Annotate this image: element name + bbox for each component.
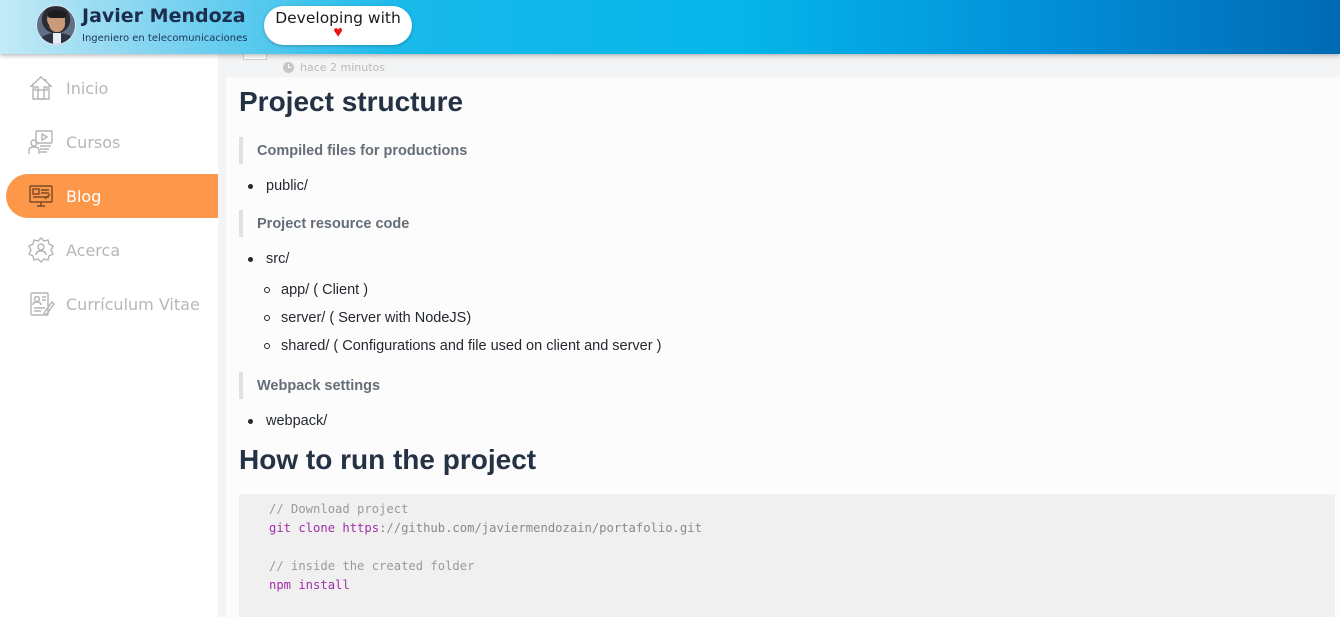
sidebar-item-inicio[interactable]: Inicio [6,66,218,110]
brand-name[interactable]: Javier Mendoza [82,5,246,27]
brand-subtitle: Ingeniero en telecomunicaciones [82,33,248,44]
code-text: ://github.com/javiermendozain/portafolio… [379,521,702,535]
list-item-text: app/ ( Client ) [281,282,369,298]
sidebar-item-cursos[interactable]: Cursos [6,120,218,164]
sidebar-item-label: Acerca [66,240,121,260]
home-icon [24,71,58,105]
bullet [248,183,253,189]
bullet [264,315,270,321]
list-item-text: public/ [266,178,308,194]
list-item: public/ [248,178,308,194]
heading-how-to-run: How to run the project [239,444,537,475]
bullet [248,418,253,424]
clock-icon [283,62,294,73]
divider [243,54,267,60]
sidebar: Inicio Cursos Blog Acerca Currículum Vit… [0,54,218,617]
code-comment: // inside the created folder [269,559,475,573]
top-header: Javier Mendoza Ingeniero en telecomunica… [0,0,1340,54]
sidebar-item-label: Currículum Vitae [66,294,200,314]
code-keyword: git clone https [269,521,380,535]
bullet [264,287,270,293]
heart-icon: ♥ [333,24,343,41]
list-item: src/ [248,251,289,267]
heading-project-structure: Project structure [239,86,464,117]
courses-icon [24,125,58,159]
avatar[interactable] [36,5,76,45]
developing-with-badge: Developing with ♥ [264,6,412,45]
blockquote: Project resource code [239,210,409,237]
sub-list-item: app/ ( Client ) [264,282,368,298]
list-item-text: shared/ ( Configurations and file used o… [281,338,662,354]
about-badge-icon [24,233,58,267]
list-item-text: webpack/ [266,413,328,429]
sidebar-item-acerca[interactable]: Acerca [6,228,218,272]
sidebar-item-curriculum[interactable]: Currículum Vitae [6,282,218,326]
sub-list-item: server/ ( Server with NodeJS) [264,310,471,326]
code-block[interactable]: // Download project git clone https://gi… [239,494,1335,617]
main-content: hace 2 minutos Project structure Compile… [218,54,1340,617]
sidebar-item-label: Blog [66,186,102,206]
bullet [248,256,253,262]
list-item: webpack/ [248,413,327,429]
post-timestamp: hace 2 minutos [283,61,385,74]
code-comment: // Download project [269,502,409,516]
sub-list-item: shared/ ( Configurations and file used o… [264,338,661,354]
cv-document-icon [24,287,58,321]
time-ago-text: hace 2 minutos [300,61,386,74]
blog-article: hace 2 minutos Project structure Compile… [226,54,1340,617]
sidebar-item-label: Inicio [66,78,109,98]
list-item-text: src/ [266,251,290,267]
blockquote: Webpack settings [239,372,380,399]
code-keyword: npm install [269,578,350,592]
sidebar-item-label: Cursos [66,132,121,152]
blog-icon [24,179,58,213]
sidebar-item-blog[interactable]: Blog [6,174,218,218]
list-item-text: server/ ( Server with NodeJS) [281,310,472,326]
bullet [264,343,270,349]
blockquote: Compiled files for productions [239,137,467,164]
